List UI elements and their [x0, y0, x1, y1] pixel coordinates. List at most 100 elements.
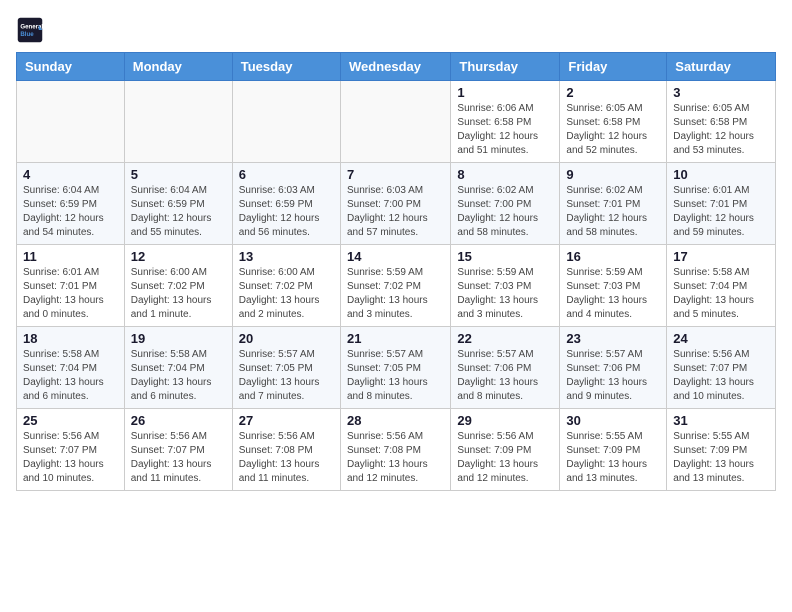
- logo-icon: General Blue: [16, 16, 44, 44]
- day-number: 19: [131, 331, 226, 346]
- weekday-header-saturday: Saturday: [667, 53, 776, 81]
- day-info: Sunrise: 5:57 AM Sunset: 7:06 PM Dayligh…: [457, 348, 553, 404]
- calendar-cell: 5Sunrise: 6:04 AM Sunset: 6:59 PM Daylig…: [124, 163, 232, 245]
- day-info: Sunrise: 6:00 AM Sunset: 7:02 PM Dayligh…: [131, 266, 226, 322]
- weekday-header-monday: Monday: [124, 53, 232, 81]
- day-info: Sunrise: 5:59 AM Sunset: 7:03 PM Dayligh…: [566, 266, 660, 322]
- calendar-cell: 15Sunrise: 5:59 AM Sunset: 7:03 PM Dayli…: [451, 245, 560, 327]
- calendar-week-1: 1 Sunrise: 6:06 AM Sunset: 6:58 PM Daylig…: [17, 81, 776, 163]
- day-number: 20: [239, 331, 334, 346]
- day-number: 5: [131, 167, 226, 182]
- day-number: 9: [566, 167, 660, 182]
- calendar-cell: 4 Sunrise: 6:04 AM Sunset: 6:59 PM Daylig…: [17, 163, 125, 245]
- day-number: 15: [457, 249, 553, 264]
- day-number: 3: [673, 85, 769, 100]
- logo: General Blue: [16, 16, 48, 44]
- weekday-header-sunday: Sunday: [17, 53, 125, 81]
- calendar-cell: 20 Sunrise: 5:57 AM Sunset: 7:05 PM Dayli…: [232, 327, 340, 409]
- day-number: 10: [673, 167, 769, 182]
- day-number: 17: [673, 249, 769, 264]
- calendar-cell: 29Sunrise: 5:56 AM Sunset: 7:09 PM Dayli…: [451, 409, 560, 491]
- day-info: Sunrise: 6:02 AM Sunset: 7:01 PM Dayligh…: [566, 184, 660, 240]
- calendar-cell: 30 Sunrise: 5:55 AM Sunset: 7:09 PM Dayli…: [560, 409, 667, 491]
- day-number: 29: [457, 413, 553, 428]
- day-number: 31: [673, 413, 769, 428]
- calendar-header-row: SundayMondayTuesdayWednesdayThursdayFrid…: [17, 53, 776, 81]
- day-number: 22: [457, 331, 553, 346]
- day-info: Sunrise: 5:58 AM Sunset: 7:04 PM Dayligh…: [131, 348, 226, 404]
- day-info: Sunrise: 5:55 AM Sunset: 7:09 PM Dayligh…: [673, 430, 769, 486]
- calendar-cell: 12 Sunrise: 6:00 AM Sunset: 7:02 PM Dayli…: [124, 245, 232, 327]
- calendar-cell: [232, 81, 340, 163]
- calendar-cell: 17 Sunrise: 5:58 AM Sunset: 7:04 PM Dayli…: [667, 245, 776, 327]
- calendar-cell: 6 Sunrise: 6:03 AM Sunset: 6:59 PM Daylig…: [232, 163, 340, 245]
- day-info: Sunrise: 6:06 AM Sunset: 6:58 PM Dayligh…: [457, 102, 553, 158]
- calendar-cell: 2 Sunrise: 6:05 AM Sunset: 6:58 PM Daylig…: [560, 81, 667, 163]
- calendar-cell: 7 Sunrise: 6:03 AM Sunset: 7:00 PM Daylig…: [340, 163, 450, 245]
- day-number: 4: [23, 167, 118, 182]
- calendar-cell: 25 Sunrise: 5:56 AM Sunset: 7:07 PM Dayli…: [17, 409, 125, 491]
- day-info: Sunrise: 6:04 AM Sunset: 6:59 PM Dayligh…: [23, 184, 118, 240]
- day-info: Sunrise: 5:57 AM Sunset: 7:06 PM Dayligh…: [566, 348, 660, 404]
- calendar-cell: 1 Sunrise: 6:06 AM Sunset: 6:58 PM Daylig…: [451, 81, 560, 163]
- day-number: 28: [347, 413, 444, 428]
- calendar-cell: 14 Sunrise: 5:59 AM Sunset: 7:02 PM Dayli…: [340, 245, 450, 327]
- day-number: 2: [566, 85, 660, 100]
- calendar-week-3: 11Sunrise: 6:01 AM Sunset: 7:01 PM Dayli…: [17, 245, 776, 327]
- day-number: 1: [457, 85, 553, 100]
- calendar-cell: 22 Sunrise: 5:57 AM Sunset: 7:06 PM Dayli…: [451, 327, 560, 409]
- day-info: Sunrise: 5:56 AM Sunset: 7:08 PM Dayligh…: [239, 430, 334, 486]
- calendar-cell: 19 Sunrise: 5:58 AM Sunset: 7:04 PM Dayli…: [124, 327, 232, 409]
- calendar-cell: 18Sunrise: 5:58 AM Sunset: 7:04 PM Dayli…: [17, 327, 125, 409]
- svg-text:Blue: Blue: [20, 31, 34, 38]
- calendar-cell: 10Sunrise: 6:01 AM Sunset: 7:01 PM Dayli…: [667, 163, 776, 245]
- day-info: Sunrise: 5:56 AM Sunset: 7:07 PM Dayligh…: [131, 430, 226, 486]
- calendar-week-4: 18 Sunrise: 5:58 AM Sunset: 7:04 PM Dayli…: [17, 327, 776, 409]
- day-number: 18: [23, 331, 118, 346]
- day-number: 16: [566, 249, 660, 264]
- weekday-header-tuesday: Tuesday: [232, 53, 340, 81]
- day-info: Sunrise: 5:56 AM Sunset: 7:07 PM Dayligh…: [673, 348, 769, 404]
- day-info: Sunrise: 6:00 AM Sunset: 7:02 PM Dayligh…: [239, 266, 334, 322]
- calendar-cell: 3Sunrise: 6:05 AM Sunset: 6:58 PM Daylig…: [667, 81, 776, 163]
- calendar-cell: 23 Sunrise: 5:57 AM Sunset: 7:06 PM Dayli…: [560, 327, 667, 409]
- calendar-cell: 31 Sunrise: 5:55 AM Sunset: 7:09 PM Dayli…: [667, 409, 776, 491]
- day-number: 26: [131, 413, 226, 428]
- day-info: Sunrise: 5:58 AM Sunset: 7:04 PM Dayligh…: [673, 266, 769, 322]
- calendar-table: SundayMondayTuesdayWednesdayThursdayFrid…: [16, 52, 776, 491]
- day-info: Sunrise: 5:57 AM Sunset: 7:05 PM Dayligh…: [347, 348, 444, 404]
- day-info: Sunrise: 6:05 AM Sunset: 6:58 PM Dayligh…: [566, 102, 660, 158]
- day-number: 23: [566, 331, 660, 346]
- weekday-header-wednesday: Wednesday: [340, 53, 450, 81]
- day-info: Sunrise: 6:01 AM Sunset: 7:01 PM Dayligh…: [23, 266, 118, 322]
- day-number: 12: [131, 249, 226, 264]
- day-info: Sunrise: 5:56 AM Sunset: 7:07 PM Dayligh…: [23, 430, 118, 486]
- day-info: Sunrise: 5:57 AM Sunset: 7:05 PM Dayligh…: [239, 348, 334, 404]
- calendar-week-2: 4 Sunrise: 6:04 AM Sunset: 6:59 PM Daylig…: [17, 163, 776, 245]
- calendar-week-5: 25 Sunrise: 5:56 AM Sunset: 7:07 PM Dayli…: [17, 409, 776, 491]
- day-number: 21: [347, 331, 444, 346]
- day-number: 30: [566, 413, 660, 428]
- day-number: 7: [347, 167, 444, 182]
- calendar-cell: 28Sunrise: 5:56 AM Sunset: 7:08 PM Dayli…: [340, 409, 450, 491]
- day-number: 27: [239, 413, 334, 428]
- day-info: Sunrise: 5:55 AM Sunset: 7:09 PM Dayligh…: [566, 430, 660, 486]
- calendar-cell: [124, 81, 232, 163]
- calendar-cell: 16 Sunrise: 5:59 AM Sunset: 7:03 PM Dayli…: [560, 245, 667, 327]
- day-number: 14: [347, 249, 444, 264]
- day-info: Sunrise: 5:59 AM Sunset: 7:02 PM Dayligh…: [347, 266, 444, 322]
- calendar-cell: [340, 81, 450, 163]
- calendar-cell: 26 Sunrise: 5:56 AM Sunset: 7:07 PM Dayli…: [124, 409, 232, 491]
- calendar-cell: 13 Sunrise: 6:00 AM Sunset: 7:02 PM Dayli…: [232, 245, 340, 327]
- calendar-cell: 24 Sunrise: 5:56 AM Sunset: 7:07 PM Dayli…: [667, 327, 776, 409]
- day-info: Sunrise: 6:03 AM Sunset: 7:00 PM Dayligh…: [347, 184, 444, 240]
- calendar-cell: 8Sunrise: 6:02 AM Sunset: 7:00 PM Daylig…: [451, 163, 560, 245]
- day-info: Sunrise: 6:03 AM Sunset: 6:59 PM Dayligh…: [239, 184, 334, 240]
- calendar-cell: 27 Sunrise: 5:56 AM Sunset: 7:08 PM Dayli…: [232, 409, 340, 491]
- day-number: 6: [239, 167, 334, 182]
- day-number: 13: [239, 249, 334, 264]
- day-number: 25: [23, 413, 118, 428]
- day-number: 8: [457, 167, 553, 182]
- calendar-cell: [17, 81, 125, 163]
- day-number: 24: [673, 331, 769, 346]
